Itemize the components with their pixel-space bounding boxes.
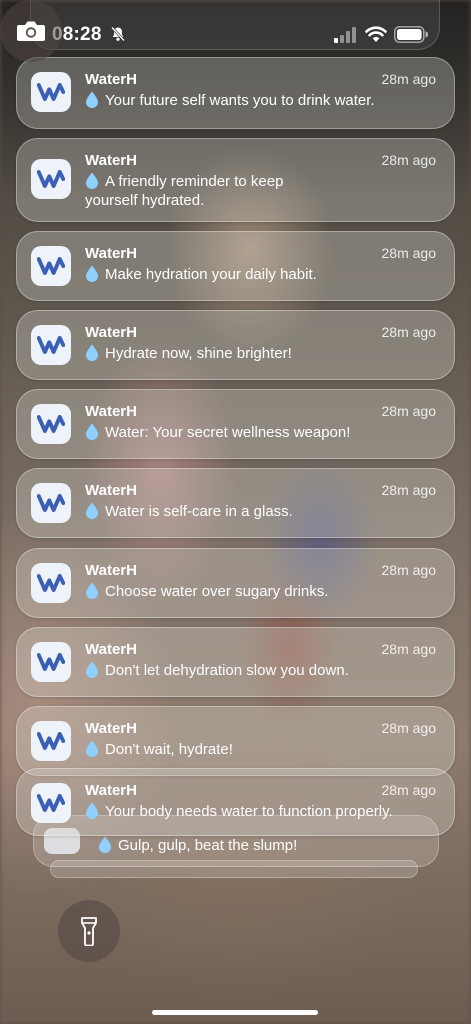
home-indicator[interactable] (152, 1010, 318, 1015)
notification-app-name: WaterH (85, 403, 137, 420)
water-drop-icon (99, 836, 111, 853)
water-drop-icon (86, 172, 98, 189)
notification-card[interactable]: WaterH 28m ago Choose water over sugary … (16, 548, 455, 618)
notification-app-name: WaterH (85, 720, 137, 737)
water-drop-icon (86, 582, 98, 599)
water-drop-icon (86, 91, 98, 108)
waterh-logo-icon (31, 783, 71, 823)
stacked-notification-message: Gulp, gulp, beat the slump! (118, 837, 298, 854)
notification-message: Hydrate now, shine brighter! (105, 345, 292, 362)
notification-time: 28m ago (381, 720, 436, 736)
notification-app-name: WaterH (85, 641, 137, 658)
waterh-logo-icon (31, 563, 71, 603)
notification-app-name: WaterH (85, 71, 137, 88)
battery-icon (394, 26, 428, 43)
camera-button[interactable] (0, 0, 62, 62)
notification-time: 28m ago (381, 782, 436, 798)
notification-app-name: WaterH (85, 324, 137, 341)
flashlight-icon (81, 917, 97, 946)
notification-message: Your body needs water to function proper… (105, 803, 393, 820)
cellular-signal-icon (334, 27, 356, 43)
notification-card[interactable]: WaterH 28m ago Don't let dehydration slo… (16, 627, 455, 697)
notification-app-name: WaterH (85, 782, 137, 799)
notification-app-name: WaterH (85, 482, 137, 499)
notification-time: 28m ago (381, 641, 436, 657)
water-drop-icon (86, 423, 98, 440)
waterh-logo-icon (31, 483, 71, 523)
notification-time: 28m ago (381, 324, 436, 340)
notification-card[interactable]: WaterH 28m ago Your future self wants yo… (16, 57, 455, 129)
bell-off-icon (111, 26, 125, 42)
notification-card[interactable]: WaterH 28m ago Make hydration your daily… (16, 231, 455, 301)
water-drop-icon (86, 265, 98, 282)
waterh-logo-icon (31, 159, 71, 199)
water-drop-icon (86, 344, 98, 361)
waterh-logo-icon (31, 642, 71, 682)
notification-time: 28m ago (381, 482, 436, 498)
water-drop-icon (86, 502, 98, 519)
notification-list: Gulp, gulp, beat the slump! WaterH 28m a… (0, 0, 471, 900)
notification-message: Your future self wants you to drink wate… (105, 92, 375, 109)
notification-time: 28m ago (381, 71, 436, 87)
wifi-icon (365, 26, 387, 42)
camera-icon (17, 21, 45, 41)
notification-message: Water: Your secret wellness weapon! (105, 424, 351, 441)
notification-app-name: WaterH (85, 562, 137, 579)
notification-card[interactable]: WaterH 28m ago Water: Your secret wellne… (16, 389, 455, 459)
notification-card[interactable]: WaterH 28m ago Your body needs water to … (16, 768, 455, 836)
water-drop-icon (86, 802, 98, 819)
notification-app-name: WaterH (85, 152, 137, 169)
waterh-logo-icon (31, 404, 71, 444)
notification-card[interactable]: WaterH 28m ago A friendly reminder to ke… (16, 138, 455, 222)
waterh-logo-icon (31, 246, 71, 286)
notification-card[interactable]: WaterH 28m ago Don't wait, hydrate! (16, 706, 455, 776)
notification-time: 28m ago (381, 245, 436, 261)
notification-card[interactable]: WaterH 28m ago Water is self-care in a g… (16, 468, 455, 538)
water-drop-icon (86, 661, 98, 678)
notification-message: Don't let dehydration slow you down. (105, 662, 349, 679)
notification-message: Don't wait, hydrate! (105, 741, 233, 758)
notification-message: Choose water over sugary drinks. (105, 583, 329, 600)
notification-time: 28m ago (381, 562, 436, 578)
status-bar: 08:28 (0, 0, 471, 50)
notification-message: Water is self-care in a glass. (105, 503, 293, 520)
notification-message: Make hydration your daily habit. (105, 266, 317, 283)
waterh-logo-icon (31, 72, 71, 112)
notification-message: A friendly reminder to keep yourself hyd… (85, 173, 284, 209)
waterh-logo-icon (31, 721, 71, 761)
flashlight-button[interactable] (58, 900, 120, 962)
water-drop-icon (86, 740, 98, 757)
notification-card[interactable]: WaterH 28m ago Hydrate now, shine bright… (16, 310, 455, 380)
waterh-logo-icon (31, 325, 71, 365)
notification-time: 28m ago (381, 152, 436, 168)
notification-time: 28m ago (381, 403, 436, 419)
notification-app-name: WaterH (85, 245, 137, 262)
